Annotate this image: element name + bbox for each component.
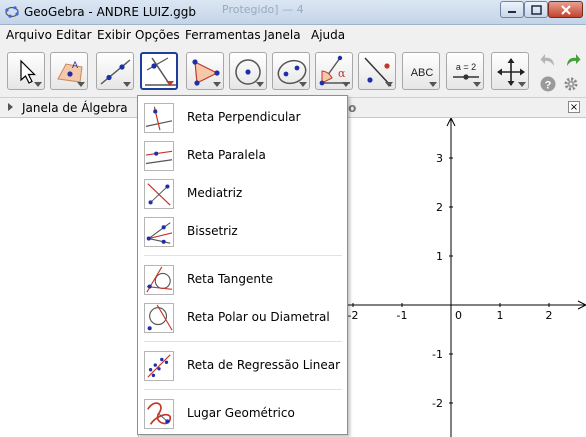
menu-exibir[interactable]: Exibir xyxy=(97,28,131,42)
x-tick-label: 0 xyxy=(455,309,462,322)
x-tick-label: -2 xyxy=(348,309,359,322)
polygon-tool-button[interactable] xyxy=(186,52,224,90)
y-tick-label: -2 xyxy=(432,397,443,410)
menu-ajuda[interactable]: Ajuda xyxy=(311,28,345,42)
close-view-button[interactable]: × xyxy=(568,101,580,113)
y-tick-label: 1 xyxy=(436,250,443,263)
menu-opcoes[interactable]: Opções xyxy=(135,28,180,42)
settings-icon[interactable] xyxy=(563,76,579,92)
menu-item-label: Reta Paralela xyxy=(187,148,266,162)
tool-menu-arrow-icon xyxy=(123,82,131,87)
locus-icon xyxy=(144,399,174,429)
maximize-icon xyxy=(530,4,542,15)
tool-dropdown-menu: Reta Perpendicular Reta Paralela Mediatr… xyxy=(137,95,348,435)
menu-arquivo[interactable]: Arquivo xyxy=(6,28,52,42)
slider-tool-button[interactable]: a = 2 xyxy=(446,52,484,90)
perpendicular-line-icon xyxy=(145,57,176,86)
svg-text:A: A xyxy=(72,60,78,70)
menu-item-label: Lugar Geométrico xyxy=(187,406,295,420)
parallel-line-icon xyxy=(144,141,174,171)
menu-item-reta-perpendicular[interactable]: Reta Perpendicular xyxy=(139,99,346,137)
text-tool-button[interactable]: ABC xyxy=(402,52,440,90)
maximize-button[interactable] xyxy=(524,1,548,18)
help-icon[interactable]: ? xyxy=(540,76,556,92)
perpendicular-tool-button[interactable] xyxy=(140,52,178,90)
window-title: GeoGebra - ANDRE LUIZ.ggb xyxy=(24,5,197,19)
tool-menu-arrow-icon xyxy=(166,81,174,86)
menu-item-label: Mediatriz xyxy=(187,186,243,200)
menu-item-lugar-geometrico[interactable]: Lugar Geométrico xyxy=(139,395,346,433)
menu-item-reta-polar[interactable]: Reta Polar ou Diametral xyxy=(139,299,346,337)
regression-line-icon xyxy=(144,351,174,381)
tool-menu-arrow-icon xyxy=(34,82,42,87)
menu-item-label: Reta de Regressão Linear xyxy=(187,358,341,372)
menu-item-reta-regressao[interactable]: Reta de Regressão Linear xyxy=(139,347,346,385)
menu-item-reta-paralela[interactable]: Reta Paralela xyxy=(139,137,346,175)
tangent-icon xyxy=(144,265,174,295)
angle-bisector-icon xyxy=(144,217,174,247)
toolbar: A α ABC a = 2 ? xyxy=(0,45,586,97)
x-tick-label: -1 xyxy=(397,309,408,322)
conic-tool-button[interactable] xyxy=(272,52,310,90)
move-tool-button[interactable] xyxy=(7,52,45,90)
point-tool-button[interactable]: A xyxy=(50,52,88,90)
undo-icon[interactable] xyxy=(540,51,558,69)
menu-separator xyxy=(144,389,342,390)
y-tick-label: 2 xyxy=(436,201,443,214)
algebra-view-title: Janela de Álgebra xyxy=(22,101,128,115)
y-ticks: 3 2 1 -1 -2 xyxy=(432,152,453,410)
menu-item-reta-tangente[interactable]: Reta Tangente xyxy=(139,261,346,299)
tool-menu-arrow-icon xyxy=(385,82,393,87)
x-tick-label: 2 xyxy=(546,309,553,322)
svg-text:ABC: ABC xyxy=(411,67,434,79)
close-icon xyxy=(560,4,571,15)
menu-item-label: Reta Tangente xyxy=(187,272,274,286)
tool-menu-arrow-icon xyxy=(77,82,85,87)
menu-item-label: Bissetriz xyxy=(187,224,238,238)
perpendicular-line-icon xyxy=(144,103,174,133)
menu-item-label: Reta Perpendicular xyxy=(187,110,301,124)
menu-editar[interactable]: Editar xyxy=(56,28,92,42)
angle-tool-button[interactable]: α xyxy=(315,52,353,90)
x-ticks: -2 -1 0 1 2 xyxy=(348,303,553,322)
menu-bar: Arquivo Editar Exibir Opções Ferramentas… xyxy=(0,25,586,46)
minimize-button[interactable] xyxy=(500,1,524,18)
y-tick-label: -1 xyxy=(432,348,443,361)
menu-item-label: Reta Polar ou Diametral xyxy=(187,310,330,324)
menu-janela[interactable]: Janela xyxy=(264,28,301,42)
tool-menu-arrow-icon xyxy=(342,82,350,87)
line-tool-button[interactable] xyxy=(96,52,134,90)
polar-line-icon xyxy=(144,303,174,333)
redo-icon[interactable] xyxy=(563,51,581,69)
tool-menu-arrow-icon xyxy=(299,82,307,87)
svg-text:α: α xyxy=(338,67,346,80)
close-button[interactable] xyxy=(548,1,583,18)
svg-text:?: ? xyxy=(545,80,552,92)
tool-menu-arrow-icon xyxy=(256,82,264,87)
title-bar: GeoGebra - ANDRE LUIZ.ggb Protegido] — 4 xyxy=(0,0,586,25)
menu-item-mediatriz[interactable]: Mediatriz xyxy=(139,175,346,213)
tool-menu-arrow-icon xyxy=(518,82,526,87)
menu-item-bissetriz[interactable]: Bissetriz xyxy=(139,213,346,251)
reflect-tool-button[interactable] xyxy=(358,52,396,90)
minimize-icon xyxy=(508,10,516,13)
tool-menu-arrow-icon xyxy=(429,82,437,87)
svg-text:a = 2: a = 2 xyxy=(456,62,476,72)
perpendicular-bisector-icon xyxy=(144,179,174,209)
menu-ferramentas[interactable]: Ferramentas xyxy=(185,28,261,42)
background-window-title: Protegido] — 4 xyxy=(222,3,304,16)
x-tick-label: 1 xyxy=(497,309,504,322)
geogebra-app-icon xyxy=(5,6,19,18)
circle-tool-button[interactable] xyxy=(229,52,267,90)
menu-separator xyxy=(144,341,342,342)
tool-menu-arrow-icon xyxy=(213,82,221,87)
y-tick-label: 3 xyxy=(436,152,443,165)
tool-menu-arrow-icon xyxy=(473,82,481,87)
move-view-tool-button[interactable] xyxy=(491,52,529,90)
menu-separator xyxy=(144,255,342,256)
collapse-arrow-icon[interactable] xyxy=(8,103,13,111)
